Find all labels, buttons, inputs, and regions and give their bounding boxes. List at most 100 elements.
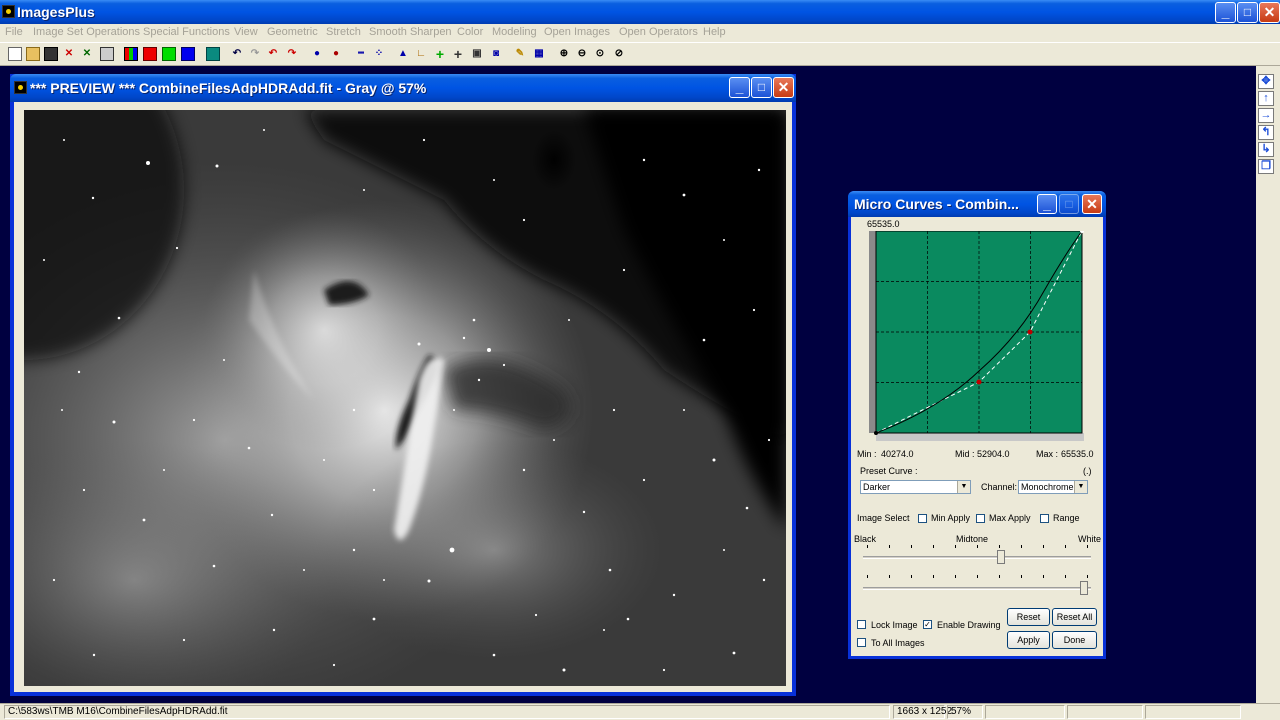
menu-color[interactable]: Color [457, 26, 483, 38]
menu-modeling[interactable]: Modeling [492, 26, 537, 38]
white-slider-thumb[interactable] [1080, 581, 1088, 595]
point-select-icon[interactable]: ● [329, 47, 343, 61]
micro-curves-dialog[interactable]: Micro Curves - Combin... _ □ ✕ 65535.0 M… [848, 191, 1106, 659]
minimize-button[interactable]: _ [1215, 2, 1236, 23]
copy-icon[interactable]: ❐ [1258, 159, 1274, 174]
pencil-icon[interactable]: ✎ [513, 47, 527, 61]
new-file-icon[interactable] [8, 47, 22, 61]
preset-curve-value: Darker [863, 482, 891, 492]
nebula-image[interactable] [24, 110, 786, 686]
preview-title-bar[interactable]: *** PREVIEW *** CombineFilesAdpHDRAdd.fi… [10, 74, 796, 102]
channel-select[interactable]: Monochrome ▼ [1018, 480, 1088, 494]
rotate-left-icon[interactable]: ↰ [1258, 125, 1274, 140]
range-checkbox[interactable] [1040, 514, 1049, 523]
midtone-label: Midtone [956, 534, 989, 544]
circle-select-icon[interactable]: ● [310, 47, 324, 61]
menu-view[interactable]: View [234, 26, 258, 38]
range-label: Range [1053, 513, 1080, 523]
close-x-icon[interactable]: ✕ [62, 47, 76, 61]
min-apply-checkbox[interactable] [918, 514, 927, 523]
white-slider-track [863, 587, 1091, 590]
move-all-icon[interactable]: ✥ [1258, 74, 1274, 89]
curve-point-highlight[interactable] [1027, 329, 1033, 335]
slider-tick [889, 545, 890, 548]
close-all-icon[interactable]: ✕ [80, 47, 94, 61]
apply-button[interactable]: Apply [1007, 631, 1050, 649]
slider-tick [1065, 545, 1066, 548]
zoom-actual-icon[interactable]: ⊘ [612, 47, 626, 61]
menu-help[interactable]: Help [703, 26, 726, 38]
rotate-right-icon[interactable]: ↳ [1258, 142, 1274, 157]
midtone-slider[interactable] [863, 545, 1091, 565]
curve-graph[interactable] [869, 229, 1085, 441]
curve-point-black[interactable] [874, 431, 878, 435]
crosshair-icon[interactable]: + [451, 47, 465, 61]
slider-tick [1043, 545, 1044, 548]
preview-window[interactable]: *** PREVIEW *** CombineFilesAdpHDRAdd.fi… [10, 74, 796, 696]
redo-all-icon[interactable]: ↷ [285, 47, 299, 61]
picture-icon[interactable]: ◙ [489, 47, 503, 61]
status-zoom-level: 57% [947, 705, 983, 719]
menu-stretch[interactable]: Stretch [326, 26, 361, 38]
app-logo-icon[interactable] [2, 5, 15, 18]
curves-minimize-button[interactable]: _ [1037, 194, 1057, 214]
channel-dropdown-icon[interactable]: ▼ [1074, 481, 1087, 493]
curves-maximize-button[interactable]: □ [1059, 194, 1079, 214]
crosshair-green-icon[interactable]: + [433, 47, 447, 61]
reset-all-button[interactable]: Reset All [1052, 608, 1097, 626]
preview-close-button[interactable]: ✕ [773, 77, 794, 98]
dots-icon[interactable]: ⁘ [372, 47, 386, 61]
maximize-button[interactable]: □ [1237, 2, 1258, 23]
preset-curve-select[interactable]: Darker ▼ [860, 480, 971, 494]
print-icon[interactable] [100, 47, 114, 61]
curves-close-button[interactable]: ✕ [1082, 194, 1102, 214]
table-icon[interactable]: ▦ [532, 47, 546, 61]
zoom-out-icon[interactable]: ⊖ [575, 47, 589, 61]
zoom-in-icon[interactable]: ⊕ [557, 47, 571, 61]
grid-icon[interactable] [206, 47, 220, 61]
axis-icon[interactable]: ∟ [414, 47, 428, 61]
blue-channel-icon[interactable] [181, 47, 195, 61]
menu-geometric[interactable]: Geometric [267, 26, 318, 38]
close-button[interactable]: ✕ [1259, 2, 1280, 23]
zoom-fit-icon[interactable]: ⊙ [593, 47, 607, 61]
reset-button[interactable]: Reset [1007, 608, 1050, 626]
preview-window-icon[interactable] [14, 81, 27, 94]
preview-maximize-button[interactable]: □ [751, 77, 772, 98]
undo-all-icon[interactable]: ↶ [266, 47, 280, 61]
open-folder-icon[interactable] [26, 47, 40, 61]
menu-special-functions[interactable]: Special Functions [143, 26, 230, 38]
red-channel-icon[interactable] [143, 47, 157, 61]
rgb-channels-icon[interactable] [124, 47, 138, 61]
menu-open-images[interactable]: Open Images [544, 26, 610, 38]
menu-file[interactable]: File [5, 26, 23, 38]
midtone-slider-thumb[interactable] [997, 550, 1005, 564]
preset-dropdown-icon[interactable]: ▼ [957, 481, 970, 493]
frame-icon[interactable]: ▣ [470, 47, 484, 61]
to-all-images-checkbox[interactable] [857, 638, 866, 647]
black-label: Black [854, 534, 877, 544]
white-slider[interactable] [863, 575, 1091, 597]
green-channel-icon[interactable] [162, 47, 176, 61]
micro-curves-title-bar[interactable]: Micro Curves - Combin... _ □ ✕ [848, 191, 1106, 217]
save-disk-icon[interactable] [44, 47, 58, 61]
max-apply-checkbox[interactable] [976, 514, 985, 523]
line-profile-icon[interactable]: ┅ [354, 47, 368, 61]
slider-tick [977, 575, 978, 578]
histogram-icon[interactable]: ▲ [396, 47, 410, 61]
lock-image-checkbox[interactable] [857, 620, 866, 629]
curve-point-midtone[interactable] [976, 379, 982, 385]
slider-tick [999, 575, 1000, 578]
slider-tick [867, 575, 868, 578]
redo-icon[interactable]: ↷ [248, 47, 262, 61]
arrow-right-icon[interactable]: → [1258, 108, 1274, 123]
menu-image-set-operations[interactable]: Image Set Operations [33, 26, 140, 38]
undo-icon[interactable]: ↶ [230, 47, 244, 61]
done-button[interactable]: Done [1052, 631, 1097, 649]
menu-smooth-sharpen[interactable]: Smooth Sharpen [369, 26, 452, 38]
menu-open-operators[interactable]: Open Operators [619, 26, 698, 38]
arrow-up-icon[interactable]: ↑ [1258, 91, 1274, 106]
enable-drawing-checkbox[interactable]: ✓ [923, 620, 932, 629]
image-select-label: Image Select [857, 513, 910, 523]
preview-minimize-button[interactable]: _ [729, 77, 750, 98]
